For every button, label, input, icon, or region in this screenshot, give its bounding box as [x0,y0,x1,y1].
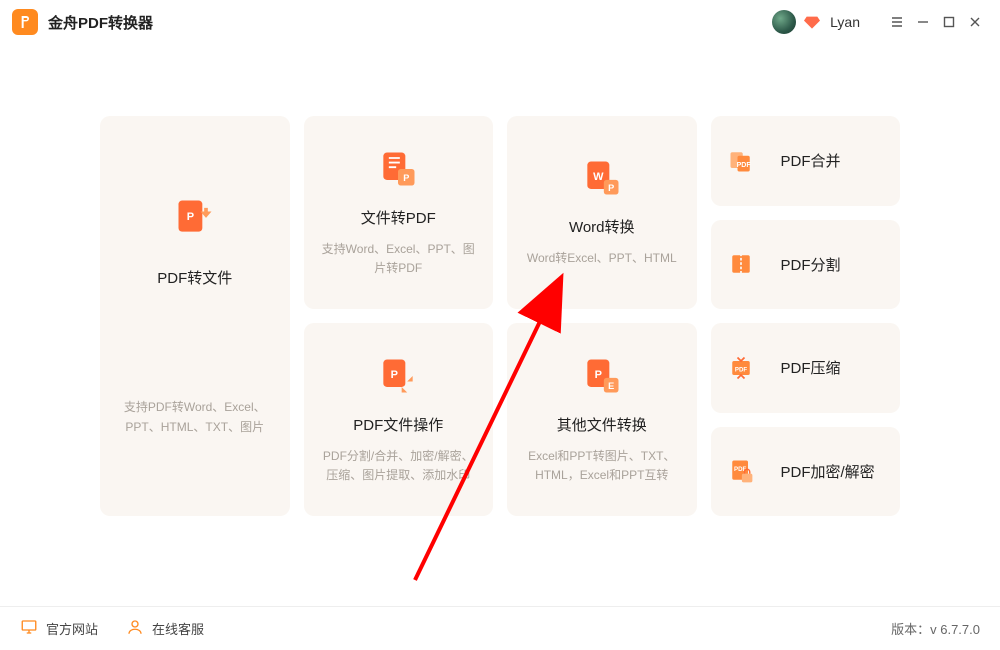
card-pdf-encrypt[interactable]: PDF PDF加密/解密 [711,427,901,517]
card-other-convert[interactable]: P E 其他文件转换 Excel和PPT转图片、TXT、HTML，Excel和P… [507,323,697,516]
card-title: PDF合并 [781,150,841,171]
minimize-button[interactable] [910,9,936,35]
app-title: 金舟PDF转换器 [48,12,153,33]
svg-text:P: P [391,369,398,381]
card-title: PDF转文件 [157,267,232,288]
link-label: 官方网站 [46,619,98,638]
pdf-to-file-icon: P [173,195,217,239]
official-site-link[interactable]: 官方网站 [20,618,98,639]
card-desc: 支持PDF转Word、Excel、PPT、HTML、TXT、图片 [116,398,274,436]
svg-text:PDF: PDF [736,162,751,169]
pdf-encrypt-icon: PDF [727,457,755,485]
card-title: 其他文件转换 [557,414,647,435]
title-bar: 金舟PDF转换器 Lyan [0,0,1000,44]
card-word-convert[interactable]: W P Word转换 Word转Excel、PPT、HTML [507,116,697,309]
vip-diamond-icon[interactable] [804,14,820,30]
card-file-to-pdf[interactable]: P 文件转PDF 支持Word、Excel、PPT、图片转PDF [304,116,494,309]
card-title: PDF加密/解密 [781,461,875,482]
file-to-pdf-icon: P [376,147,420,191]
card-pdf-merge[interactable]: PDF PDF合并 [711,116,901,206]
card-pdf-compress[interactable]: PDF PDF压缩 [711,323,901,413]
card-desc: PDF分割/合并、加密/解密、压缩、图片提取、添加水印 [318,447,480,485]
svg-text:P: P [594,369,601,381]
card-title: PDF文件操作 [353,414,443,435]
card-desc: 支持Word、Excel、PPT、图片转PDF [318,240,480,278]
main-grid: P PDF转文件 支持PDF转Word、Excel、PPT、HTML、TXT、图… [0,44,1000,516]
card-title: PDF压缩 [781,357,841,378]
monitor-icon [20,618,38,639]
footer: 官方网站 在线客服 版本：v 6.7.7.0 [0,606,1000,650]
close-button[interactable] [962,9,988,35]
svg-text:P: P [608,183,614,193]
link-label: 在线客服 [152,619,204,638]
support-link[interactable]: 在线客服 [126,618,204,639]
word-convert-icon: W P [580,156,624,200]
app-logo-icon [12,9,38,35]
svg-text:PDF: PDF [734,366,746,373]
other-convert-icon: P E [580,354,624,398]
svg-text:E: E [608,381,614,391]
card-desc: Word转Excel、PPT、HTML [527,249,677,268]
card-title: PDF分割 [781,254,841,275]
menu-button[interactable] [884,9,910,35]
card-pdf-to-file[interactable]: P PDF转文件 支持PDF转Word、Excel、PPT、HTML、TXT、图… [100,116,290,516]
card-pdf-split[interactable]: PDF分割 [711,220,901,310]
support-icon [126,618,144,639]
pdf-compress-icon: PDF [727,354,755,382]
card-title: Word转换 [569,216,635,237]
pdf-merge-icon: PDF [727,147,755,175]
maximize-button[interactable] [936,9,962,35]
username[interactable]: Lyan [830,14,860,30]
svg-text:P: P [403,173,409,183]
card-desc: Excel和PPT转图片、TXT、HTML，Excel和PPT互转 [521,447,683,485]
card-title: 文件转PDF [361,207,436,228]
avatar[interactable] [772,10,796,34]
svg-text:W: W [593,171,604,183]
svg-text:P: P [186,211,193,223]
card-pdf-operations[interactable]: P PDF文件操作 PDF分割/合并、加密/解密、压缩、图片提取、添加水印 [304,323,494,516]
version-text: 版本：v 6.7.7.0 [891,619,980,638]
pdf-split-icon [727,250,755,278]
pdf-operations-icon: P [376,354,420,398]
